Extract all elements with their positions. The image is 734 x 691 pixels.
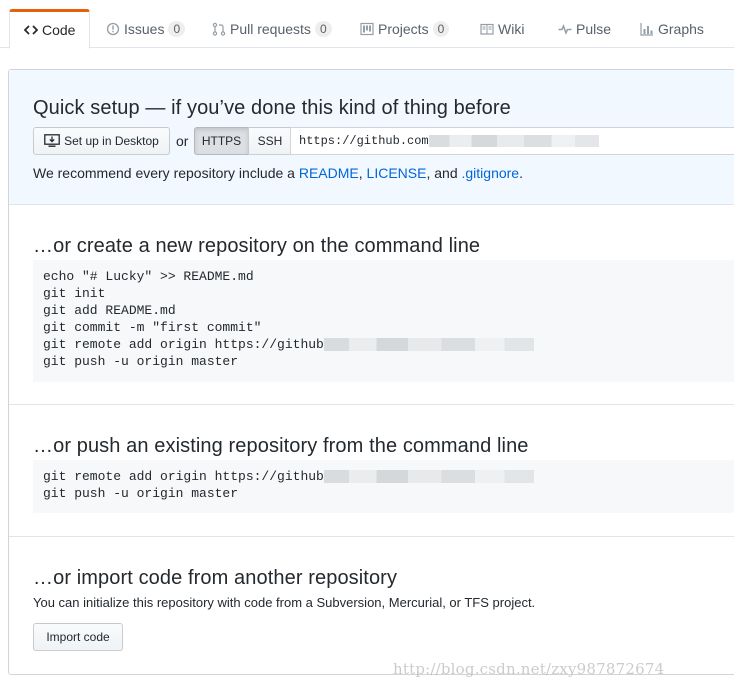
quick-setup-title: Quick setup — if you’ve done this kind o… <box>33 97 511 119</box>
redacted-url-blur <box>323 470 534 484</box>
tab-wiki[interactable]: Wiki <box>480 9 524 49</box>
clone-url-input[interactable]: https://github.com <box>290 127 734 155</box>
code-line-remote: git remote add origin https://github <box>43 336 734 353</box>
import-code-button[interactable]: Import code <box>33 623 123 651</box>
git-pull-request-icon <box>212 22 226 36</box>
book-icon <box>480 22 494 36</box>
recommend-prefix: We recommend every repository include a <box>33 165 299 181</box>
or-label: or <box>176 133 189 149</box>
import-repo-title: …or import code from another repository <box>33 567 398 589</box>
code-line-text: git remote add origin https://github <box>43 337 324 352</box>
tab-pull-requests[interactable]: Pull requests 0 <box>212 9 332 49</box>
tab-label: Projects <box>378 21 429 37</box>
gitignore-link[interactable]: .gitignore <box>462 165 520 181</box>
ssh-button[interactable]: SSH <box>248 127 291 155</box>
https-button[interactable]: HTTPS <box>194 127 249 155</box>
repo-setup-box: Quick setup — if you’ve done this kind o… <box>8 69 734 675</box>
tab-projects[interactable]: Projects 0 <box>360 9 450 49</box>
license-link[interactable]: LICENSE <box>367 165 427 181</box>
code-line: echo "# Lucky" >> README.md <box>43 269 254 284</box>
repo-tab-nav: Code Issues 0 Pull requests 0 Projects 0… <box>0 0 734 49</box>
project-icon <box>360 22 374 36</box>
push-repo-title: …or push an existing repository from the… <box>33 435 529 457</box>
recommend-suffix: . <box>519 165 523 181</box>
quick-setup-panel: Quick setup — if you’ve done this kind o… <box>9 70 734 205</box>
recommend-sep-2: , and <box>426 165 462 181</box>
code-line-text: git remote add origin https://github <box>43 469 324 484</box>
create-repo-commands[interactable]: echo "# Lucky" >> README.md git init git a… <box>33 260 734 382</box>
push-repo-section: …or push an existing repository from the… <box>9 405 734 537</box>
tab-label: Code <box>42 22 76 38</box>
setup-in-desktop-label: Set up in Desktop <box>64 134 159 148</box>
code-line: git push -u origin master <box>43 486 239 501</box>
tab-graphs[interactable]: Graphs <box>640 9 704 49</box>
pulse-icon <box>558 22 572 36</box>
pull-requests-counter: 0 <box>314 21 332 37</box>
tab-pulse[interactable]: Pulse <box>558 9 611 49</box>
issue-opened-icon <box>106 22 120 36</box>
import-repo-section: …or import code from another repository … <box>9 537 734 676</box>
graph-icon <box>640 22 654 36</box>
readme-link[interactable]: README <box>299 165 359 181</box>
desktop-download-icon <box>44 134 60 148</box>
redacted-url-blur <box>428 135 599 147</box>
watermark-text: http://blog.csdn.net/zxy987872674 <box>393 660 665 678</box>
tab-label: Wiki <box>498 21 525 37</box>
clone-url-value: https://github.com <box>299 134 429 148</box>
projects-counter: 0 <box>432 21 450 37</box>
redacted-url-blur <box>323 338 534 352</box>
create-repo-title: …or create a new repository on the comma… <box>33 235 481 257</box>
tab-label: Pull requests <box>230 21 311 37</box>
recommend-text: We recommend every repository include a … <box>33 165 523 181</box>
code-line: git init <box>43 286 106 301</box>
create-repo-section: …or create a new repository on the comma… <box>9 205 734 405</box>
tab-label: Issues <box>124 21 165 37</box>
recommend-sep-1: , <box>358 165 367 181</box>
code-icon <box>24 23 38 37</box>
tab-issues[interactable]: Issues 0 <box>106 9 186 49</box>
code-line: git add README.md <box>43 303 176 318</box>
tab-code[interactable]: Code <box>9 9 91 49</box>
tab-label: Pulse <box>576 21 612 37</box>
setup-in-desktop-button[interactable]: Set up in Desktop <box>33 127 170 155</box>
tab-label: Graphs <box>658 21 704 37</box>
import-note: You can initialize this repository with … <box>33 595 536 610</box>
issues-counter: 0 <box>168 21 186 37</box>
code-line: git push -u origin master <box>43 354 239 369</box>
code-line: git commit -m "first commit" <box>43 320 262 335</box>
code-line-remote: git remote add origin https://github <box>43 468 734 485</box>
push-repo-commands[interactable]: git remote add origin https://github git … <box>33 460 734 513</box>
